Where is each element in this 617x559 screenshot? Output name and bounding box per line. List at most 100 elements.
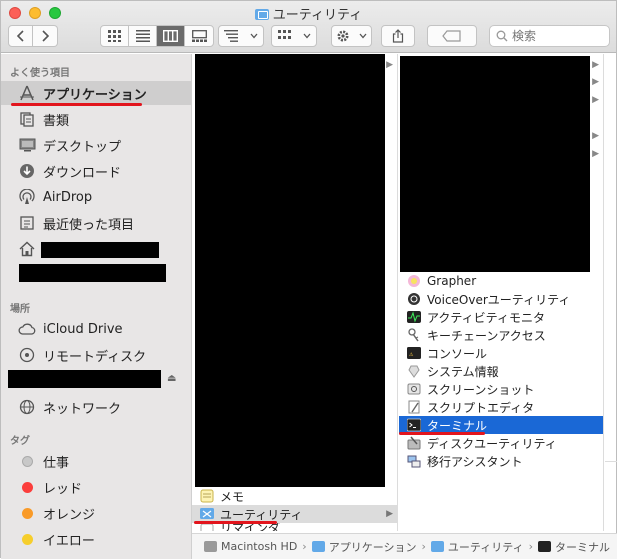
list-item-screenshot[interactable]: スクリーンショット [399,380,603,398]
gallery-icon [191,30,207,42]
redacted-item [19,264,166,282]
view-mode-control [100,25,214,47]
desktop-icon [18,136,36,154]
downloads-icon [18,162,36,180]
sidebar-item-tag-orange[interactable]: オレンジ [1,501,191,525]
column-applications[interactable]: ▶ メモ ユーティリティ ▶ リマインダ [192,54,398,531]
path-separator-icon: › [302,540,307,553]
hard-drive-icon [204,541,217,552]
reminders-icon [200,523,214,531]
search-input[interactable] [512,29,602,43]
list-item-keychain-access[interactable]: キーチェーンアクセス [399,326,603,344]
arrange-icon [224,30,238,42]
sidebar-item-label: 書類 [43,113,70,129]
redacted-home-name [41,242,159,258]
icon-grid-icon [107,30,121,42]
list-view-button[interactable] [129,26,157,46]
sidebar-item-label: AirDrop [43,189,93,205]
redacted-column-content [400,56,590,272]
tags-button[interactable] [427,25,477,47]
path-segment-terminal[interactable]: ターミナル [537,539,610,555]
path-bar: Macintosh HD › アプリケーション › ユーティリティ › ターミナ… [192,533,617,559]
sidebar-item-downloads[interactable]: ダウンロード [1,159,191,183]
home-icon [18,240,36,258]
sidebar-item-applications[interactable]: アプリケーション [1,81,191,105]
list-item-disk-utility[interactable]: ディスクユーティリティ [399,434,603,452]
group-icon [277,30,291,39]
console-icon: ⚠ [407,346,421,360]
eject-icon[interactable]: ⏏ [167,373,176,384]
sidebar-item-label: 仕事 [43,455,70,471]
sidebar-item-remote-disc[interactable]: リモートディスク [1,343,191,367]
sidebar-item-tag-red[interactable]: レッド [1,475,191,499]
action-button[interactable] [331,25,372,47]
tag-dot-icon [21,533,33,545]
terminal-icon [406,418,422,432]
tag-dot-icon [21,481,33,493]
remote-disc-icon [18,346,36,364]
path-separator-icon: › [421,540,426,553]
sidebar-item-desktop[interactable]: デスクトップ [1,133,191,157]
sidebar-item-label: リモートディスク [43,349,147,365]
list-item-console[interactable]: ⚠ コンソール [399,344,603,362]
list-item-migration-assistant[interactable]: 移行アシスタント [399,452,603,470]
toolbar: ユーティリティ [1,1,616,53]
columns-icon [163,30,178,42]
annotation-underline [194,521,277,524]
icon-view-button[interactable] [101,26,129,46]
list-item-reminders[interactable]: リマインダ [192,523,397,531]
chevron-right-icon [42,30,50,42]
gallery-view-button[interactable] [185,26,213,46]
script-editor-icon [407,400,421,414]
sidebar-item-network[interactable]: ネットワーク [1,395,191,419]
locations-header: 場所 [10,304,30,315]
list-item-system-information[interactable]: システム情報 [399,362,603,380]
folder-icon [311,541,325,552]
migration-assistant-icon [407,454,421,468]
sidebar-item-tag-work[interactable]: 仕事 [1,449,191,473]
activity-monitor-icon [407,310,421,324]
column-preview [605,54,617,531]
applications-icon [18,84,36,102]
disclosure-arrow-icon: ▶ [592,95,599,105]
tag-dot-icon [21,455,33,467]
sidebar-item-icloud-drive[interactable]: iCloud Drive [1,317,191,341]
screenshot-icon [407,382,421,396]
sidebar-item-label: iCloud Drive [43,321,123,337]
disk-utility-icon [407,436,421,450]
sidebar-item-documents[interactable]: 書類 [1,107,191,131]
path-separator-icon: › [528,540,533,553]
system-information-icon [407,364,421,378]
chevron-right-icon: ▶ [386,509,393,519]
list-item-activity-monitor[interactable]: アクティビティモニタ [399,308,603,326]
sidebar-item-label: デスクトップ [43,139,122,155]
path-segment-applications[interactable]: アプリケーション [311,539,416,555]
tag-dot-icon [21,507,33,519]
list-item-grapher[interactable]: Grapher [399,272,603,290]
list-item-script-editor[interactable]: スクリプトエディタ [399,398,603,416]
sidebar-item-tag-yellow[interactable]: イエロー [1,527,191,551]
forward-button[interactable] [33,25,58,47]
path-segment-utilities[interactable]: ユーティリティ [430,539,524,555]
arrange-button[interactable] [218,25,264,47]
chevron-down-icon [359,33,367,39]
column-utilities[interactable]: ▶ ▶ ▶ ▶ ▶ Grapher VoiceOverユーティリティ アクティビ… [399,54,604,531]
list-item-memo[interactable]: メモ [192,487,397,505]
sidebar-item-recents[interactable]: 最近使った項目 [1,211,191,235]
utilities-folder-icon [430,541,444,552]
back-button[interactable] [8,25,33,47]
sidebar-item-airdrop[interactable]: AirDrop [1,185,191,209]
search-field[interactable] [489,25,610,47]
tags-header: タグ [10,436,30,447]
column-view-button[interactable] [157,26,185,46]
list-item-voiceover-utility[interactable]: VoiceOverユーティリティ [399,290,603,308]
network-icon [18,398,36,416]
documents-icon [18,110,36,128]
sidebar: よく使う項目 アプリケーション 書類 デスクトップ ダウンロード AirDrop… [1,54,192,559]
favorites-header: よく使う項目 [10,68,70,79]
path-segment-macintosh-hd[interactable]: Macintosh HD [204,540,297,553]
annotation-underline [11,103,142,106]
share-button[interactable] [381,25,415,47]
group-button[interactable] [271,25,317,47]
grapher-icon [407,274,421,288]
